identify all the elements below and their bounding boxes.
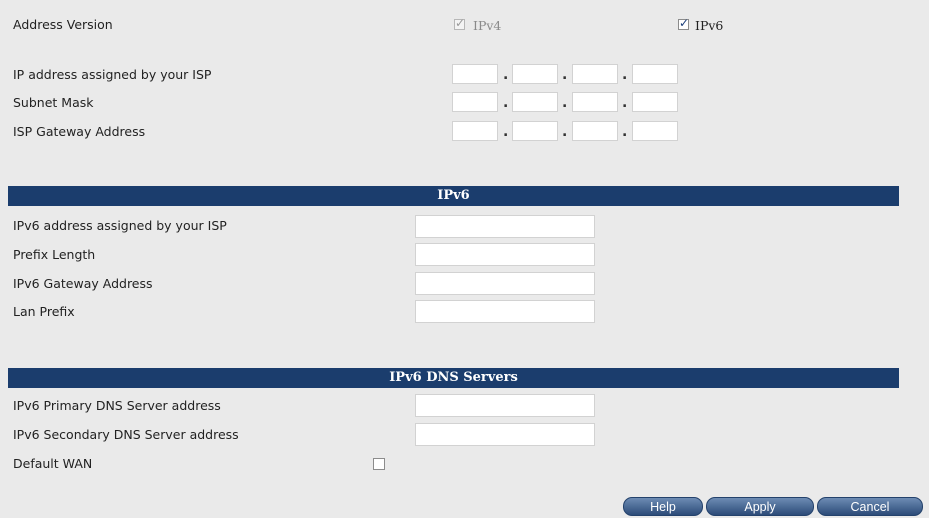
subnet-mask-octet-1[interactable]: [452, 92, 498, 112]
lan-prefix-label: Lan Prefix: [13, 304, 75, 319]
octet-separator: .: [562, 95, 568, 111]
secondary-dns-input[interactable]: [415, 423, 595, 446]
primary-dns-label: IPv6 Primary DNS Server address: [13, 398, 221, 413]
ip-address-octet-4[interactable]: [632, 64, 678, 84]
isp-gateway-octet-1[interactable]: [452, 121, 498, 141]
octet-separator: .: [622, 95, 628, 111]
octet-separator: .: [622, 67, 628, 83]
address-version-label: Address Version: [13, 17, 113, 32]
isp-gateway-octet-4[interactable]: [632, 121, 678, 141]
ipv6-checkbox-label: IPv6: [695, 18, 724, 33]
ip-address-octet-3[interactable]: [572, 64, 618, 84]
isp-gateway-octet-2[interactable]: [512, 121, 558, 141]
lan-prefix-input[interactable]: [415, 300, 595, 323]
ipv6-gateway-label: IPv6 Gateway Address: [13, 276, 153, 291]
default-wan-label: Default WAN: [13, 456, 93, 471]
subnet-mask-octet-2[interactable]: [512, 92, 558, 112]
prefix-length-input[interactable]: [415, 243, 595, 266]
subnet-mask-octet-4[interactable]: [632, 92, 678, 112]
ipv6-dns-section-header: IPv6 DNS Servers: [8, 368, 899, 388]
ipv6-address-label: IPv6 address assigned by your ISP: [13, 218, 227, 233]
ip-address-octet-2[interactable]: [512, 64, 558, 84]
primary-dns-input[interactable]: [415, 394, 595, 417]
secondary-dns-label: IPv6 Secondary DNS Server address: [13, 427, 239, 442]
ip-address-octet-1[interactable]: [452, 64, 498, 84]
ipv6-address-input[interactable]: [415, 215, 595, 238]
subnet-mask-octet-3[interactable]: [572, 92, 618, 112]
octet-separator: .: [562, 67, 568, 83]
help-button[interactable]: Help: [623, 497, 703, 516]
default-wan-checkbox[interactable]: [373, 458, 385, 470]
ipv6-gateway-input[interactable]: [415, 272, 595, 295]
subnet-mask-label: Subnet Mask: [13, 95, 94, 110]
isp-gateway-octet-3[interactable]: [572, 121, 618, 141]
octet-separator: .: [503, 67, 509, 83]
ipv4-checkbox[interactable]: [454, 16, 465, 30]
octet-separator: .: [562, 124, 568, 140]
ipv6-section-header: IPv6: [8, 186, 899, 206]
octet-separator: .: [622, 124, 628, 140]
ipv6-checkbox[interactable]: [678, 16, 689, 30]
octet-separator: .: [503, 124, 509, 140]
cancel-button[interactable]: Cancel: [817, 497, 923, 516]
ipv4-checkbox-label: IPv4: [473, 18, 502, 33]
isp-gateway-label: ISP Gateway Address: [13, 124, 146, 139]
apply-button[interactable]: Apply: [706, 497, 814, 516]
octet-separator: .: [503, 95, 509, 111]
prefix-length-label: Prefix Length: [13, 247, 96, 262]
ip-address-label: IP address assigned by your ISP: [13, 67, 212, 82]
